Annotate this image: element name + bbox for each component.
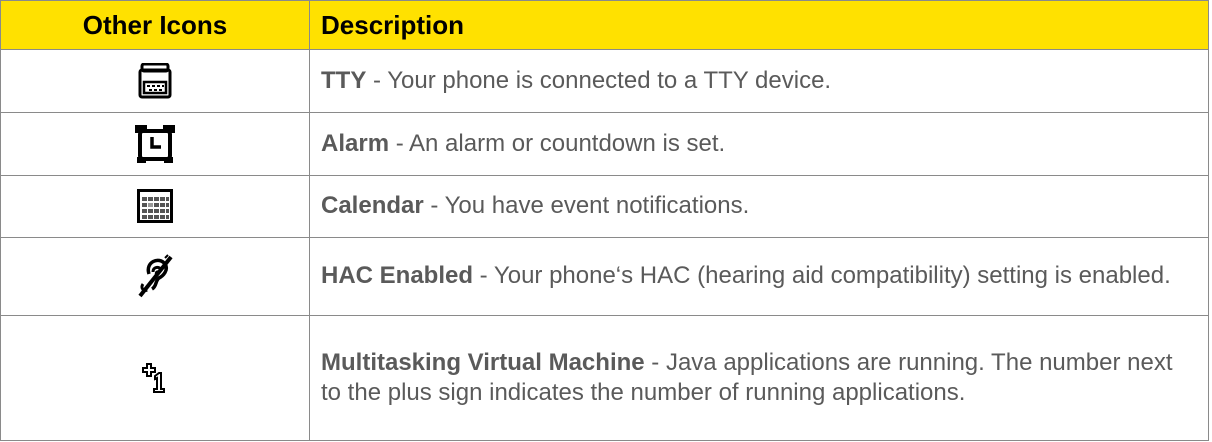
- term-label: Calendar: [321, 192, 424, 220]
- description-cell: TTY - Your phone is connected to a TTY d…: [309, 49, 1209, 113]
- description-text: - Your phone‘s HAC (hearing aid compatib…: [473, 262, 1171, 290]
- description-cell: Multitasking Virtual Machine - Java appl…: [309, 314, 1209, 442]
- table-row: Multitasking Virtual Machine - Java appl…: [0, 314, 1209, 442]
- calendar-icon: [1, 189, 309, 224]
- description-cell: Alarm - An alarm or countdown is set.: [309, 112, 1209, 176]
- description-text: - Your phone is connected to a TTY devic…: [366, 67, 832, 95]
- icon-cell: [0, 112, 310, 176]
- table-header-row: Other Icons Description: [0, 0, 1209, 51]
- term-label: Alarm: [321, 129, 390, 157]
- icon-cell: [0, 174, 310, 239]
- description-cell: HAC Enabled - Your phone‘s HAC (hearing …: [309, 237, 1209, 316]
- icon-cell: [0, 49, 310, 113]
- description-cell: Calendar - You have event notifications.: [309, 174, 1209, 239]
- table-row: Alarm - An alarm or countdown is set.: [0, 112, 1209, 176]
- icons-table: Other Icons Description TTY - Your phone…: [0, 0, 1209, 442]
- description-text: - You have event notifications.: [423, 192, 750, 220]
- table-row: HAC Enabled - Your phone‘s HAC (hearing …: [0, 237, 1209, 316]
- term-label: TTY: [321, 67, 367, 95]
- table-row: Calendar - You have event notifications.: [0, 174, 1209, 239]
- alarm-clock-icon: [1, 124, 309, 164]
- description-text: - An alarm or countdown is set.: [389, 129, 726, 157]
- header-description: Description: [309, 0, 1209, 51]
- tty-icon: [1, 63, 309, 99]
- term-label: HAC Enabled: [321, 262, 474, 290]
- icon-cell: [0, 314, 310, 442]
- header-other-icons: Other Icons: [0, 0, 310, 51]
- hearing-aid-icon: [1, 254, 309, 298]
- term-label: Multitasking Virtual Machine: [321, 348, 645, 376]
- table-row: TTY - Your phone is connected to a TTY d…: [0, 49, 1209, 113]
- icon-cell: [0, 237, 310, 316]
- plus-one-icon: [1, 362, 309, 393]
